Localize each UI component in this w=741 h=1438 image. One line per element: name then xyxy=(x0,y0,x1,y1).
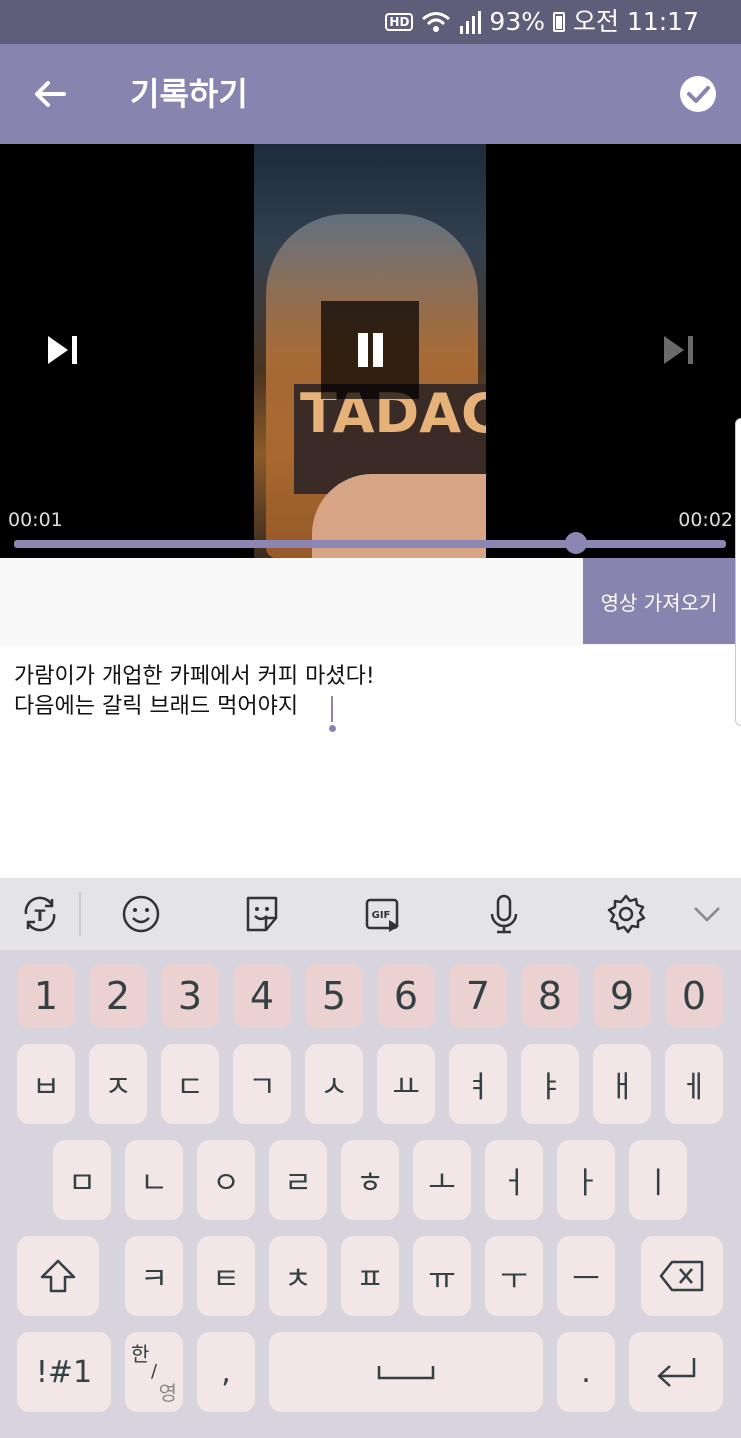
symbols-button[interactable]: !#1 xyxy=(17,1332,111,1412)
key-8[interactable]: 8 xyxy=(521,964,579,1028)
back-arrow-icon[interactable] xyxy=(28,72,72,116)
scroll-edge-handle[interactable] xyxy=(735,418,741,726)
toolbar-divider xyxy=(79,892,81,936)
pause-icon-bar-right xyxy=(373,333,383,367)
key-i[interactable]: ㅣ xyxy=(629,1140,687,1220)
key-e[interactable]: ㅔ xyxy=(665,1044,723,1124)
key-g[interactable]: ㄱ xyxy=(233,1044,291,1124)
key-6[interactable]: 6 xyxy=(377,964,435,1028)
comma-key[interactable]: , xyxy=(197,1332,255,1412)
key-b[interactable]: ㅂ xyxy=(17,1044,75,1124)
wifi-icon xyxy=(422,12,451,32)
hd-icon: HD xyxy=(385,13,414,31)
key-yo[interactable]: ㅛ xyxy=(377,1044,435,1124)
backspace-icon xyxy=(659,1260,704,1292)
period-key[interactable]: . xyxy=(557,1332,615,1412)
key-yeo[interactable]: ㅕ xyxy=(449,1044,507,1124)
key-o[interactable]: ㅗ xyxy=(413,1140,471,1220)
key-j[interactable]: ㅈ xyxy=(89,1044,147,1124)
sticker-icon[interactable] xyxy=(240,892,284,936)
key-yu[interactable]: ㅠ xyxy=(413,1236,471,1316)
enter-icon xyxy=(657,1358,696,1387)
cursor-handle[interactable] xyxy=(329,725,336,732)
memo-line-2: 다음에는 갈릭 브래드 먹어야지 xyxy=(14,694,299,719)
key-eo[interactable]: ㅓ xyxy=(485,1140,543,1220)
space-icon xyxy=(377,1366,435,1380)
current-time: 00:01 xyxy=(8,509,63,531)
skip-next-left-icon[interactable] xyxy=(40,328,88,372)
key-0[interactable]: 0 xyxy=(665,964,723,1028)
emoji-icon[interactable] xyxy=(119,892,163,936)
page-title: 기록하기 xyxy=(130,75,248,113)
text-mode-icon[interactable]: T xyxy=(18,892,62,936)
microphone-icon[interactable] xyxy=(482,892,526,936)
key-1[interactable]: 1 xyxy=(17,964,75,1028)
video-player[interactable]: TADAC 00:01 00:02 xyxy=(0,144,741,558)
key-a[interactable]: ㅏ xyxy=(557,1140,615,1220)
chevron-down-icon[interactable] xyxy=(685,892,729,936)
key-2[interactable]: 2 xyxy=(89,964,147,1028)
check-icon[interactable] xyxy=(676,72,720,116)
key-eu[interactable]: ㅡ xyxy=(557,1236,615,1316)
key-4[interactable]: 4 xyxy=(233,964,291,1028)
key-ae[interactable]: ㅐ xyxy=(593,1044,651,1124)
key-p[interactable]: ㅍ xyxy=(341,1236,399,1316)
lang-korean-label: 한 xyxy=(131,1342,150,1366)
key-ch[interactable]: ㅊ xyxy=(269,1236,327,1316)
status-bar: HD 93% 오전 11:17 xyxy=(0,0,741,44)
enter-button[interactable] xyxy=(629,1332,723,1412)
lang-slash: / xyxy=(150,1361,158,1382)
battery-icon xyxy=(553,12,565,32)
memo-line-1: 가람이가 개업한 카페에서 커피 마셨다! xyxy=(14,664,375,689)
signal-icon xyxy=(460,11,482,34)
language-toggle-button[interactable]: 한 / 영 xyxy=(125,1332,183,1412)
key-ng[interactable]: ㅇ xyxy=(197,1140,255,1220)
key-n[interactable]: ㄴ xyxy=(125,1140,183,1220)
svg-text:GIF: GIF xyxy=(372,910,391,921)
app-bar: 기록하기 xyxy=(0,44,741,144)
skip-next-right-icon[interactable] xyxy=(656,328,704,372)
key-9[interactable]: 9 xyxy=(593,964,651,1028)
key-t[interactable]: ㅌ xyxy=(197,1236,255,1316)
key-m[interactable]: ㅁ xyxy=(53,1140,111,1220)
key-h[interactable]: ㅎ xyxy=(341,1140,399,1220)
key-5[interactable]: 5 xyxy=(305,964,363,1028)
settings-icon[interactable] xyxy=(604,892,648,936)
shift-icon xyxy=(40,1259,76,1293)
key-k[interactable]: ㅋ xyxy=(125,1236,183,1316)
svg-text:T: T xyxy=(35,906,46,925)
backspace-button[interactable] xyxy=(641,1236,723,1316)
key-ya[interactable]: ㅑ xyxy=(521,1044,579,1124)
clock: 오전 11:17 xyxy=(573,7,699,36)
pause-button[interactable] xyxy=(321,301,419,399)
memo-text-area[interactable]: 가람이가 개업한 카페에서 커피 마셨다! 다음에는 갈릭 브래드 먹어야지 xyxy=(14,662,714,722)
total-time: 00:02 xyxy=(678,509,733,531)
key-d[interactable]: ㄷ xyxy=(161,1044,219,1124)
shift-button[interactable] xyxy=(17,1236,99,1316)
seek-bar[interactable] xyxy=(14,532,726,554)
seek-thumb[interactable] xyxy=(565,532,588,554)
keyboard: 1 2 3 4 5 6 7 8 9 0 ㅂ ㅈ ㄷ ㄱ ㅅ ㅛ ㅕ ㅑ ㅐ ㅔ … xyxy=(0,950,741,1438)
key-u[interactable]: ㅜ xyxy=(485,1236,543,1316)
pause-icon-bar-left xyxy=(358,333,368,367)
gif-icon[interactable]: GIF xyxy=(361,892,405,936)
text-cursor xyxy=(331,696,333,722)
battery-percent: 93% xyxy=(489,7,545,36)
keyboard-toolbar: T GIF xyxy=(0,878,741,950)
import-video-button[interactable]: 영상 가져오기 xyxy=(583,558,735,644)
lang-english-label: 영 xyxy=(158,1381,177,1405)
space-bar[interactable] xyxy=(269,1332,543,1412)
status-indicators: HD 93% 오전 11:17 xyxy=(385,6,699,38)
key-s[interactable]: ㅅ xyxy=(305,1044,363,1124)
key-3[interactable]: 3 xyxy=(161,964,219,1028)
key-7[interactable]: 7 xyxy=(449,964,507,1028)
key-r[interactable]: ㄹ xyxy=(269,1140,327,1220)
